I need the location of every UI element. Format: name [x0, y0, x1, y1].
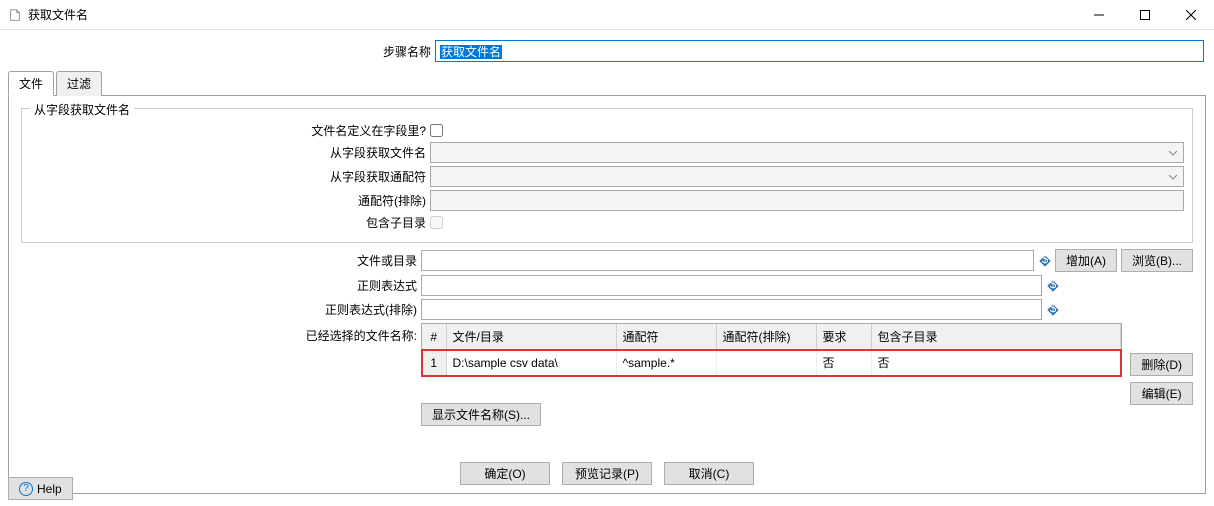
cell-require: 否 — [816, 350, 871, 376]
app-icon — [8, 8, 22, 22]
tab-file[interactable]: 文件 — [8, 71, 54, 96]
ok-button[interactable]: 确定(O) — [460, 462, 550, 485]
regex-exclude-label: 正则表达式(排除) — [21, 301, 421, 318]
wildcard-from-field-combo[interactable] — [430, 166, 1184, 187]
svg-text:$: $ — [1049, 304, 1056, 315]
defined-in-field-checkbox[interactable] — [430, 124, 443, 137]
help-button[interactable]: ? Help — [8, 477, 73, 500]
delete-button[interactable]: 删除(D) — [1130, 353, 1193, 376]
col-wildcard: 通配符 — [616, 324, 716, 350]
dialog-button-bar: 确定(O) 预览记录(P) 取消(C) — [9, 462, 1205, 485]
wildcard-exclude-input[interactable] — [430, 190, 1184, 211]
col-wildcard-exclude: 通配符(排除) — [716, 324, 816, 350]
svg-text:$: $ — [1041, 255, 1048, 266]
preview-button[interactable]: 预览记录(P) — [562, 462, 652, 485]
variable-icon[interactable]: $ — [1046, 299, 1059, 320]
window-titlebar: 获取文件名 — [0, 0, 1214, 30]
col-include-sub: 包含子目录 — [871, 324, 1121, 350]
wildcard-exclude-label: 通配符(排除) — [30, 192, 430, 209]
cell-include-sub: 否 — [871, 350, 1121, 376]
wildcard-from-field-label: 从字段获取通配符 — [30, 168, 430, 185]
table-row[interactable]: 1D:\sample csv data\^sample.* 否否 — [422, 350, 1121, 376]
show-filenames-button[interactable]: 显示文件名称(S)... — [421, 403, 541, 426]
variable-icon[interactable]: $ — [1046, 275, 1059, 296]
regex-input[interactable] — [421, 275, 1042, 296]
regex-label: 正则表达式 — [21, 277, 421, 294]
cell-num: 1 — [422, 350, 446, 376]
col-require: 要求 — [816, 324, 871, 350]
svg-text:$: $ — [1049, 280, 1056, 291]
regex-exclude-input[interactable] — [421, 299, 1042, 320]
cell-file-dir: D:\sample csv data\ — [446, 350, 616, 376]
edit-button[interactable]: 编辑(E) — [1130, 382, 1193, 405]
help-icon: ? — [19, 482, 33, 496]
chevron-down-icon — [1166, 170, 1180, 187]
selected-files-table[interactable]: # 文件/目录 通配符 通配符(排除) 要求 包含子目录 1D:\sample … — [421, 323, 1122, 377]
variable-icon[interactable]: $ — [1038, 250, 1051, 271]
selected-files-label: 已经选择的文件名称: — [21, 323, 421, 426]
col-num: # — [422, 324, 446, 350]
fieldset-legend: 从字段获取文件名 — [30, 101, 134, 118]
cell-wildcard-exclude — [716, 350, 816, 376]
help-label: Help — [37, 482, 62, 496]
include-subdir-label: 包含子目录 — [30, 214, 430, 231]
maximize-button[interactable] — [1122, 0, 1168, 30]
tabs: 文件 过滤 — [8, 70, 1206, 96]
tab-filter[interactable]: 过滤 — [56, 71, 102, 96]
col-file-dir: 文件/目录 — [446, 324, 616, 350]
window-title: 获取文件名 — [28, 6, 88, 23]
chevron-down-icon — [1166, 146, 1180, 163]
file-or-dir-label: 文件或目录 — [21, 252, 421, 269]
cancel-button[interactable]: 取消(C) — [664, 462, 754, 485]
defined-in-field-label: 文件名定义在字段里? — [30, 122, 430, 139]
include-subdir-checkbox[interactable] — [430, 216, 443, 229]
from-field-fieldset: 从字段获取文件名 文件名定义在字段里? 从字段获取文件名 从字段获取通配符 通配… — [21, 108, 1193, 243]
step-name-label: 步骤名称 — [10, 43, 435, 60]
browse-button[interactable]: 浏览(B)... — [1121, 249, 1193, 272]
add-button[interactable]: 增加(A) — [1055, 249, 1117, 272]
tab-panel-file: 从字段获取文件名 文件名定义在字段里? 从字段获取文件名 从字段获取通配符 通配… — [8, 96, 1206, 494]
step-name-input[interactable]: 获取文件名 — [435, 40, 1204, 62]
minimize-button[interactable] — [1076, 0, 1122, 30]
close-button[interactable] — [1168, 0, 1214, 30]
step-name-row: 步骤名称 获取文件名 — [0, 30, 1214, 70]
cell-wildcard: ^sample.* — [616, 350, 716, 376]
filename-from-field-combo[interactable] — [430, 142, 1184, 163]
filename-from-field-label: 从字段获取文件名 — [30, 144, 430, 161]
file-or-dir-input[interactable] — [421, 250, 1034, 271]
